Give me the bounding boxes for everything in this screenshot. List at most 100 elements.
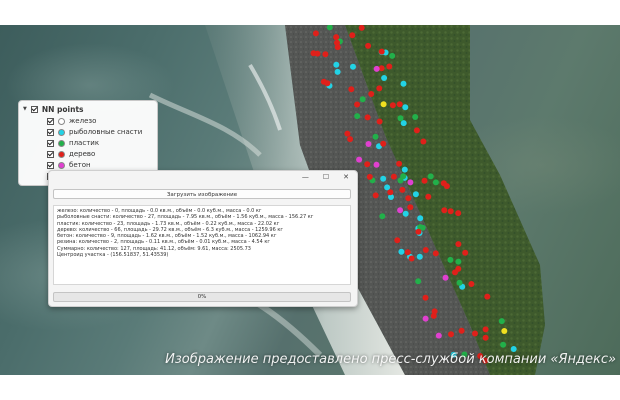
window-controls: — ☐ ✕ xyxy=(302,173,349,181)
detected-point xyxy=(389,102,396,109)
detected-point xyxy=(387,189,394,196)
detected-point xyxy=(350,63,356,70)
detected-point xyxy=(402,210,409,217)
layer-color-dot-icon xyxy=(58,139,65,147)
detected-point xyxy=(368,91,375,97)
detected-point xyxy=(498,318,505,325)
detected-point xyxy=(381,75,388,81)
detected-point xyxy=(468,281,475,287)
detected-point xyxy=(348,86,355,93)
detected-point xyxy=(441,207,448,214)
detected-point xyxy=(380,140,387,147)
result-line: Центроид участка - (156.51837, 51.43539) xyxy=(57,252,169,259)
progress-label: 0% xyxy=(197,294,207,300)
detected-point xyxy=(482,326,489,333)
layer-checkbox[interactable] xyxy=(47,139,54,147)
detected-point xyxy=(349,32,356,39)
detected-point xyxy=(379,213,386,220)
layer-checkbox[interactable] xyxy=(47,161,54,169)
detected-point xyxy=(372,133,379,140)
detected-point xyxy=(365,42,372,49)
minimize-button[interactable]: — xyxy=(302,173,309,181)
layer-checkbox[interactable] xyxy=(47,117,54,125)
detected-point xyxy=(347,136,354,143)
detected-point xyxy=(397,177,404,184)
detected-point xyxy=(456,279,463,286)
detected-point xyxy=(394,237,401,244)
detected-point xyxy=(455,210,462,217)
results-textbox[interactable]: железо: количество - 0, площадь - 0.0 кв… xyxy=(53,205,351,285)
collapse-arrow-icon[interactable]: ▼ xyxy=(23,106,27,112)
layer-color-dot-icon xyxy=(58,117,65,125)
detected-point xyxy=(407,179,414,186)
layer-checkbox[interactable] xyxy=(47,128,54,136)
layer-label: пластик xyxy=(69,139,100,147)
detected-point xyxy=(364,161,371,168)
detected-point xyxy=(425,193,432,200)
detected-point xyxy=(320,78,327,85)
detected-point xyxy=(452,269,458,276)
detected-point xyxy=(384,184,391,191)
press-watermark: Изображение предоставлено пресс-службой … xyxy=(165,352,616,367)
detected-point xyxy=(420,138,427,145)
layer-item[interactable]: пластик xyxy=(47,138,99,148)
detected-point xyxy=(431,308,438,315)
detected-point xyxy=(422,294,429,301)
detected-point xyxy=(500,341,507,348)
detected-point xyxy=(404,249,411,256)
layer-item[interactable]: рыболовные снасти xyxy=(47,127,142,137)
detected-point xyxy=(408,255,415,262)
detected-point xyxy=(421,177,428,184)
detected-point xyxy=(380,101,387,108)
layer-label: бетон xyxy=(69,161,91,169)
layer-group-row[interactable]: ▼ NN points xyxy=(23,104,84,114)
detected-point xyxy=(401,166,408,173)
detected-point xyxy=(373,65,380,72)
detected-point xyxy=(415,228,422,235)
layer-color-dot-icon xyxy=(58,161,65,169)
detected-point xyxy=(314,50,321,57)
detected-point xyxy=(412,191,419,198)
detected-point xyxy=(334,68,341,75)
detected-point xyxy=(422,247,429,253)
close-button[interactable]: ✕ xyxy=(343,173,349,181)
detected-point xyxy=(397,207,404,214)
detected-point xyxy=(396,101,403,108)
detected-point xyxy=(344,130,351,137)
detected-point xyxy=(376,118,383,125)
detected-point xyxy=(396,160,403,167)
layer-item[interactable]: дерево xyxy=(47,149,95,159)
detected-point xyxy=(334,39,340,46)
maximize-button[interactable]: ☐ xyxy=(323,173,329,181)
detected-point xyxy=(422,315,429,322)
detected-point xyxy=(432,250,439,257)
detected-point xyxy=(399,186,406,193)
layer-group-title: NN points xyxy=(41,104,84,114)
detected-point xyxy=(389,52,396,59)
detected-point xyxy=(455,258,462,265)
detected-point xyxy=(402,104,409,111)
layer-label: дерево xyxy=(69,150,96,158)
detected-point xyxy=(380,175,387,182)
detected-point xyxy=(378,48,385,55)
load-image-button[interactable]: Загрузить изображение xyxy=(53,189,351,199)
detected-point xyxy=(322,51,329,58)
group-checkbox[interactable] xyxy=(30,105,38,113)
layer-checkbox[interactable] xyxy=(47,150,54,158)
detected-point xyxy=(432,179,439,186)
layer-color-dot-icon xyxy=(58,128,65,136)
detected-point xyxy=(455,241,462,248)
detected-point xyxy=(397,115,404,122)
detected-point xyxy=(427,173,434,180)
detected-point xyxy=(435,332,442,339)
detected-point xyxy=(413,127,420,134)
layer-label: рыболовные снасти xyxy=(69,128,143,136)
detected-point xyxy=(458,327,465,334)
detected-point xyxy=(312,30,319,37)
detected-point xyxy=(390,173,397,180)
layer-item[interactable]: бетон xyxy=(47,160,91,170)
detected-point xyxy=(412,114,419,120)
detected-point xyxy=(484,293,491,300)
layer-item[interactable]: железо xyxy=(47,116,96,126)
layer-color-dot-icon xyxy=(58,150,65,158)
